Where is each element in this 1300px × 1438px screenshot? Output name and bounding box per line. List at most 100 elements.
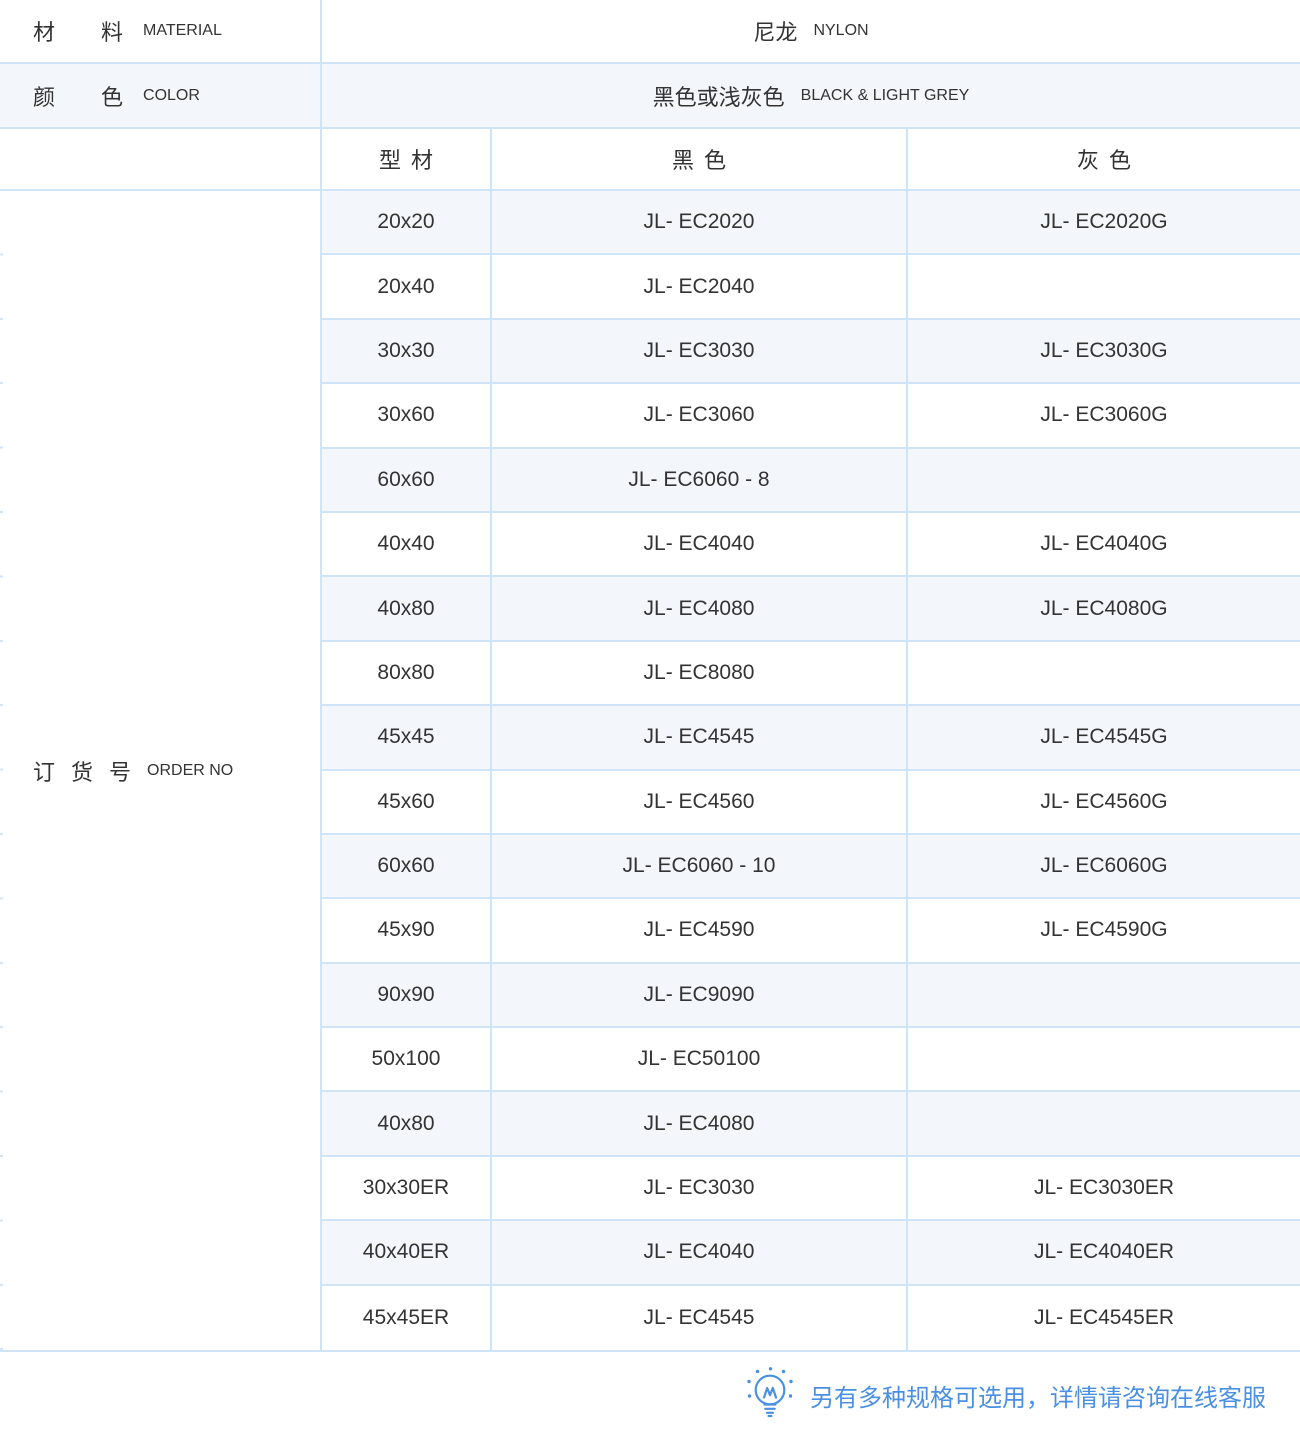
profile-cell: 45x90	[322, 899, 492, 961]
table-row: 45x45 JL- EC4545 JL- EC4545G	[322, 706, 1300, 770]
black-code-cell: JL- EC4080	[492, 1092, 908, 1154]
material-value-en: NYLON	[813, 22, 868, 40]
table-row: 50x100 JL- EC50100	[322, 1028, 1300, 1092]
profile-cell: 40x40ER	[322, 1221, 492, 1283]
black-code-cell: JL- EC4040	[492, 513, 908, 575]
profile-cell: 20x40	[322, 255, 492, 317]
grey-code-cell: JL- EC3060G	[908, 384, 1300, 446]
profile-cell: 80x80	[322, 642, 492, 704]
grey-code-cell: JL- EC4545G	[908, 706, 1300, 768]
profile-column-label: 型材	[369, 143, 443, 175]
material-row: 材料 MATERIAL 尼龙 NYLON	[0, 0, 1300, 64]
color-value-cell: 黑色或浅灰色 BLACK & LIGHT GREY	[322, 64, 1300, 127]
grey-column-header: 灰色	[908, 129, 1300, 189]
color-row: 颜色 COLOR 黑色或浅灰色 BLACK & LIGHT GREY	[0, 64, 1300, 129]
order-no-label-zh: 订货号	[33, 755, 147, 787]
color-label-en: COLOR	[143, 87, 200, 105]
profile-cell: 40x40	[322, 513, 492, 575]
profile-cell: 20x20	[322, 191, 492, 253]
black-code-cell: JL- EC50100	[492, 1028, 908, 1090]
lightbulb-icon	[744, 1367, 796, 1423]
order-no-cell: 订货号 ORDER NO	[0, 191, 322, 1350]
material-value-cell: 尼龙 NYLON	[322, 0, 1300, 62]
grey-code-cell	[908, 255, 1300, 317]
profile-cell: 60x60	[322, 835, 492, 897]
grey-code-cell	[908, 1092, 1300, 1154]
black-column-header: 黑色	[492, 129, 908, 189]
grey-code-cell: JL- EC4560G	[908, 771, 1300, 833]
order-no-label-en: ORDER NO	[147, 762, 233, 780]
black-code-cell: JL- EC4560	[492, 771, 908, 833]
color-label-cell: 颜色 COLOR	[0, 64, 322, 127]
table-row: 45x60 JL- EC4560 JL- EC4560G	[322, 771, 1300, 835]
profile-cell: 45x60	[322, 771, 492, 833]
grey-code-cell: JL- EC4545ER	[908, 1286, 1300, 1350]
black-code-cell: JL- EC4080	[492, 577, 908, 639]
row-divider-ticks	[0, 191, 3, 1350]
profile-cell: 40x80	[322, 1092, 492, 1154]
black-code-cell: JL- EC6060 - 8	[492, 449, 908, 511]
table-row: 90x90 JL- EC9090	[322, 964, 1300, 1028]
profile-column-header: 型材	[322, 129, 492, 189]
black-code-cell: JL- EC3030	[492, 1157, 908, 1219]
profile-cell: 30x30ER	[322, 1157, 492, 1219]
profile-cell: 30x30	[322, 320, 492, 382]
grey-code-cell	[908, 1028, 1300, 1090]
grey-code-cell: JL- EC4590G	[908, 899, 1300, 961]
profile-cell: 60x60	[322, 449, 492, 511]
grey-code-cell: JL- EC2020G	[908, 191, 1300, 253]
table-row: 20x40 JL- EC2040	[322, 255, 1300, 319]
material-value-zh: 尼龙	[753, 15, 797, 47]
material-label-en: MATERIAL	[143, 22, 222, 40]
black-code-cell: JL- EC4590	[492, 899, 908, 961]
table-row: 40x40ER JL- EC4040 JL- EC4040ER	[322, 1221, 1300, 1285]
table-row: 60x60 JL- EC6060 - 8	[322, 449, 1300, 513]
empty-header-cell	[0, 129, 322, 189]
grey-column-label: 灰色	[1067, 143, 1141, 175]
color-value-en: BLACK & LIGHT GREY	[801, 87, 970, 105]
profile-cell: 50x100	[322, 1028, 492, 1090]
data-rows: 20x20 JL- EC2020 JL- EC2020G 20x40 JL- E…	[322, 191, 1300, 1350]
profile-cell: 45x45ER	[322, 1286, 492, 1350]
table-row: 40x80 JL- EC4080 JL- EC4080G	[322, 577, 1300, 641]
profile-cell: 45x45	[322, 706, 492, 768]
material-label-cell: 材料 MATERIAL	[0, 0, 322, 62]
grey-code-cell	[908, 964, 1300, 1026]
table-row: 40x40 JL- EC4040 JL- EC4040G	[322, 513, 1300, 577]
profile-cell: 30x60	[322, 384, 492, 446]
column-header-row: 型材 黑色 灰色	[0, 129, 1300, 191]
grey-code-cell	[908, 449, 1300, 511]
order-table-body: 订货号 ORDER NO 20x20 JL- EC2020 JL- EC2020…	[0, 191, 1300, 1352]
footer-note: 另有多种规格可选用，详情请咨询在线客服	[0, 1352, 1300, 1438]
spec-table-page: 材料 MATERIAL 尼龙 NYLON 颜色 COLOR 黑色或浅灰色 BLA…	[0, 0, 1300, 1438]
grey-code-cell	[908, 642, 1300, 704]
grey-code-cell: JL- EC4040ER	[908, 1221, 1300, 1283]
black-code-cell: JL- EC6060 - 10	[492, 835, 908, 897]
black-column-label: 黑色	[662, 143, 736, 175]
grey-code-cell: JL- EC3030G	[908, 320, 1300, 382]
table-row: 45x90 JL- EC4590 JL- EC4590G	[322, 899, 1300, 963]
table-row: 30x60 JL- EC3060 JL- EC3060G	[322, 384, 1300, 448]
table-row: 30x30ER JL- EC3030 JL- EC3030ER	[322, 1157, 1300, 1221]
grey-code-cell: JL- EC3030ER	[908, 1157, 1300, 1219]
footer-note-text: 另有多种规格可选用，详情请咨询在线客服	[810, 1378, 1266, 1413]
black-code-cell: JL- EC4040	[492, 1221, 908, 1283]
grey-code-cell: JL- EC4040G	[908, 513, 1300, 575]
black-code-cell: JL- EC2040	[492, 255, 908, 317]
color-value-zh: 黑色或浅灰色	[653, 80, 785, 112]
black-code-cell: JL- EC4545	[492, 706, 908, 768]
table-row: 30x30 JL- EC3030 JL- EC3030G	[322, 320, 1300, 384]
grey-code-cell: JL- EC4080G	[908, 577, 1300, 639]
table-row: 80x80 JL- EC8080	[322, 642, 1300, 706]
black-code-cell: JL- EC4545	[492, 1286, 908, 1350]
table-row: 45x45ER JL- EC4545 JL- EC4545ER	[322, 1286, 1300, 1350]
black-code-cell: JL- EC3030	[492, 320, 908, 382]
profile-cell: 40x80	[322, 577, 492, 639]
table-row: 20x20 JL- EC2020 JL- EC2020G	[322, 191, 1300, 255]
table-row: 60x60 JL- EC6060 - 10 JL- EC6060G	[322, 835, 1300, 899]
black-code-cell: JL- EC8080	[492, 642, 908, 704]
black-code-cell: JL- EC3060	[492, 384, 908, 446]
black-code-cell: JL- EC2020	[492, 191, 908, 253]
grey-code-cell: JL- EC6060G	[908, 835, 1300, 897]
table-row: 40x80 JL- EC4080	[322, 1092, 1300, 1156]
